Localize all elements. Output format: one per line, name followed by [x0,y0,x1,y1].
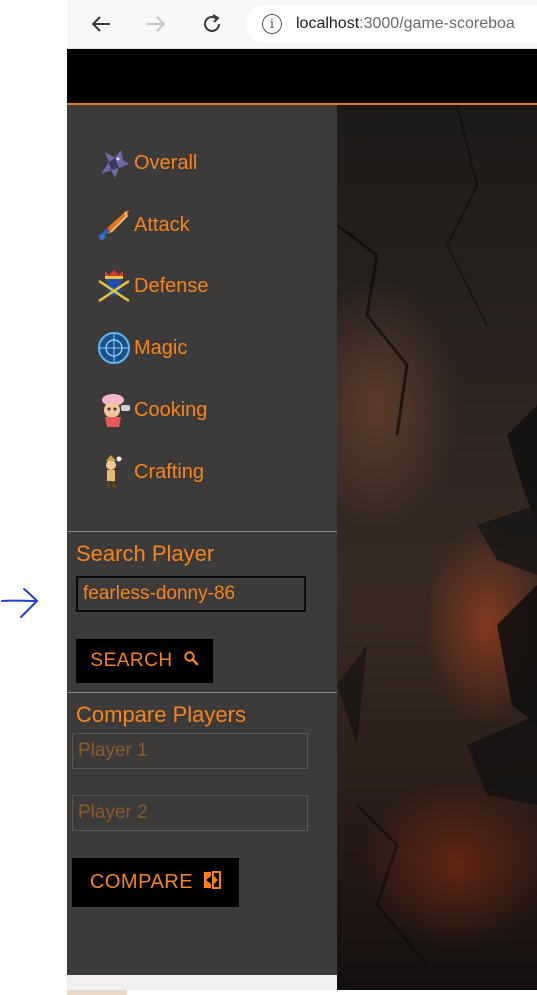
crafter-icon [106,455,122,488]
player2-input[interactable] [72,795,308,831]
sidebar-item-label: Magic [134,336,188,359]
address-bar[interactable]: i localhost :3000/game-scoreboa [246,5,537,43]
crest-icon [98,270,130,303]
sword-icon [99,210,129,240]
sidebar-item-label: Defense [134,274,209,297]
arrow-left-icon [91,16,110,32]
dragon-icon [101,150,129,178]
sidebar-item-attack[interactable]: Attack [95,205,190,245]
reload-button[interactable] [196,8,228,40]
player1-input[interactable] [72,733,308,769]
sidebar-item-cooking[interactable]: Cooking [95,390,207,430]
sidebar-item-defense[interactable]: Defense [95,266,209,306]
compare-icon [203,870,222,896]
compare-button-label: COMPARE [89,871,194,893]
app-header [67,49,537,105]
sidebar-item-label: Crafting [134,460,205,483]
search-icon [183,650,199,672]
sidebar-item-label: Cooking [134,398,208,421]
sidebar-item-overall[interactable]: Overall [95,143,197,183]
sidebar-item-label: Overall [134,151,198,174]
browser-toolbar: i localhost :3000/game-scoreboa [67,0,537,49]
reload-icon [204,14,220,32]
background-artwork [337,105,537,990]
bottom-strip [67,975,337,990]
divider [67,692,337,693]
forward-button[interactable] [140,8,172,40]
back-button[interactable] [85,8,117,40]
arrow-right-icon [147,16,166,32]
sidebar-item-label: Attack [134,213,190,236]
sidebar-item-magic[interactable]: Magic [95,328,187,368]
magic-orb-icon [98,332,130,364]
search-button[interactable]: SEARCH [76,639,213,683]
compare-players-title: Compare Players [76,702,246,727]
background-crack-art [337,105,537,966]
divider [67,531,337,532]
bottom-tab [67,990,127,995]
chef-icon [102,394,130,427]
sidebar: Overall Attack Defense Magic Cooking Cra… [67,105,337,975]
annotation-arrow-icon [1,588,39,618]
search-player-input[interactable] [76,576,306,612]
compare-button[interactable]: COMPARE [72,858,239,907]
url-path: :3000/game-scoreboa [359,15,515,32]
info-icon[interactable]: i [262,14,282,34]
url-host: localhost [296,15,360,32]
sidebar-item-crafting[interactable]: Crafting [95,452,204,492]
search-player-title: Search Player [76,541,215,566]
search-button-label: SEARCH [90,650,173,671]
